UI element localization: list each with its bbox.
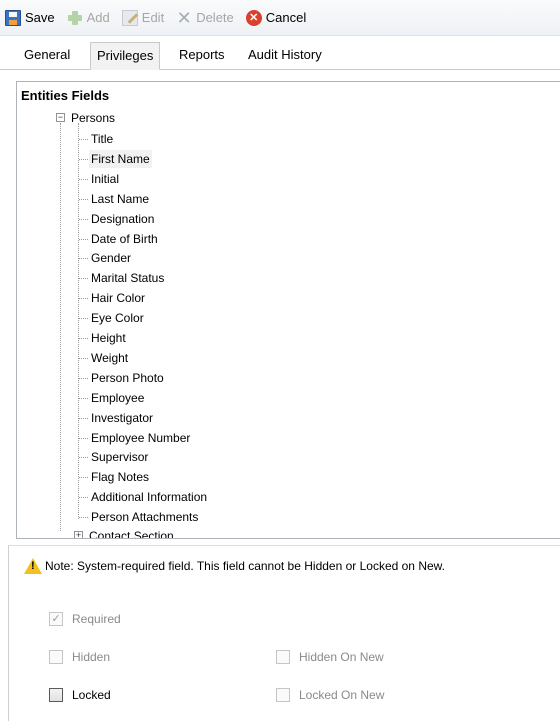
locked-on-new-checkbox[interactable]: Locked On New	[276, 688, 384, 702]
tree-connector	[79, 158, 88, 160]
note-text: Note: System-required field. This field …	[45, 559, 445, 573]
tree-header: Entities Fields	[21, 88, 110, 103]
tree-item[interactable]: Title	[89, 130, 115, 148]
locked-box	[49, 688, 63, 702]
tree-connector	[79, 338, 88, 339]
delete-label: Delete	[196, 10, 234, 25]
tree-connector	[79, 397, 88, 399]
tree-connector	[79, 517, 88, 519]
tab-strip: General Privileges Reports Audit History	[0, 36, 560, 70]
tree-connector	[79, 318, 88, 320]
warning-icon	[24, 558, 42, 574]
tree-connector	[79, 437, 88, 439]
tree-connector	[79, 357, 88, 359]
tree-item[interactable]: Hair Color	[89, 289, 147, 307]
tree-item[interactable]: Person Photo	[89, 369, 166, 387]
save-button[interactable]: Save	[2, 6, 58, 30]
tree-connector	[79, 258, 88, 260]
edit-label: Edit	[141, 10, 165, 25]
delete-button[interactable]: ✕ Delete	[173, 6, 237, 30]
tree-item[interactable]: Flag Notes	[89, 468, 151, 486]
tree-connector	[79, 218, 88, 220]
tree-item[interactable]: Date of Birth	[89, 230, 160, 248]
tree-item[interactable]: Employee	[89, 389, 146, 407]
cancel-button[interactable]: ✕ Cancel	[243, 6, 309, 30]
tree-connector	[79, 497, 88, 499]
entities-fields-tree[interactable]: Entities Fields − Persons Title First Nam…	[16, 81, 560, 539]
delete-icon: ✕	[176, 7, 192, 28]
tree-item[interactable]: Investigator	[89, 409, 155, 427]
tree-item[interactable]: Additional Information	[89, 488, 209, 506]
cancel-label: Cancel	[265, 10, 307, 25]
hidden-on-new-checkbox[interactable]: Hidden On New	[276, 650, 384, 664]
collapse-persons-icon[interactable]: −	[56, 113, 65, 122]
cancel-icon: ✕	[245, 9, 262, 26]
locked-on-new-box	[276, 688, 290, 702]
tree-connector	[79, 278, 88, 280]
tree-item[interactable]: Initial	[89, 170, 121, 188]
locked-label: Locked	[72, 688, 111, 702]
tree-root-contact-section[interactable]: Contact Section	[87, 527, 176, 538]
tree-item[interactable]: Supervisor	[89, 448, 150, 466]
tree-item[interactable]: Person Attachments	[89, 508, 200, 526]
tree-item[interactable]: Height	[89, 329, 128, 347]
tree-guide-line	[60, 123, 61, 531]
required-label: Required	[72, 612, 121, 626]
hidden-label: Hidden	[72, 650, 111, 664]
add-icon	[67, 10, 83, 26]
required-checkbox[interactable]: ✓ Required	[49, 612, 121, 626]
toolbar: Save Add Edit ✕ Delete ✕ Cancel	[0, 0, 560, 36]
tree-item[interactable]: Designation	[89, 210, 156, 228]
system-required-note: Note: System-required field. This field …	[24, 558, 445, 574]
tab-audit-history[interactable]: Audit History	[242, 42, 328, 70]
tree-connector	[79, 457, 88, 459]
hidden-box	[49, 650, 63, 664]
edit-icon	[121, 9, 138, 26]
tree-item[interactable]: Last Name	[89, 190, 151, 208]
tree-item[interactable]: Employee Number	[89, 429, 192, 447]
save-icon	[5, 9, 21, 26]
save-label: Save	[25, 10, 55, 25]
locked-checkbox[interactable]: Locked	[49, 688, 111, 702]
tree-connector	[79, 238, 88, 240]
tree-item[interactable]: Eye Color	[89, 309, 146, 327]
edit-button[interactable]: Edit	[119, 6, 167, 30]
tree-item[interactable]: First Name	[89, 149, 152, 168]
tree-connector	[79, 298, 88, 300]
tree-connector	[79, 417, 88, 419]
tree-root-persons[interactable]: Persons	[69, 109, 117, 127]
tree-item[interactable]: Marital Status	[89, 269, 166, 287]
tree-connector	[79, 198, 88, 200]
tree-connector	[79, 477, 88, 479]
tree-connector	[79, 178, 88, 180]
locked-on-new-label: Locked On New	[299, 688, 385, 702]
tree-item[interactable]: Weight	[89, 349, 130, 367]
expand-contact-section-icon[interactable]: +	[74, 531, 83, 538]
tab-reports[interactable]: Reports	[173, 42, 231, 70]
tree-guide-line	[78, 123, 79, 519]
required-check-icon: ✓	[49, 612, 63, 626]
add-label: Add	[86, 10, 110, 25]
tab-privileges[interactable]: Privileges	[90, 42, 161, 70]
hidden-on-new-label: Hidden On New	[299, 650, 384, 664]
tree-item[interactable]: Gender	[89, 249, 133, 267]
tree-connector	[79, 139, 88, 140]
tree-connector	[79, 377, 88, 379]
hidden-on-new-box	[276, 650, 290, 664]
add-button[interactable]: Add	[64, 6, 113, 30]
hidden-checkbox[interactable]: Hidden	[49, 650, 110, 664]
tab-general[interactable]: General	[18, 42, 76, 70]
